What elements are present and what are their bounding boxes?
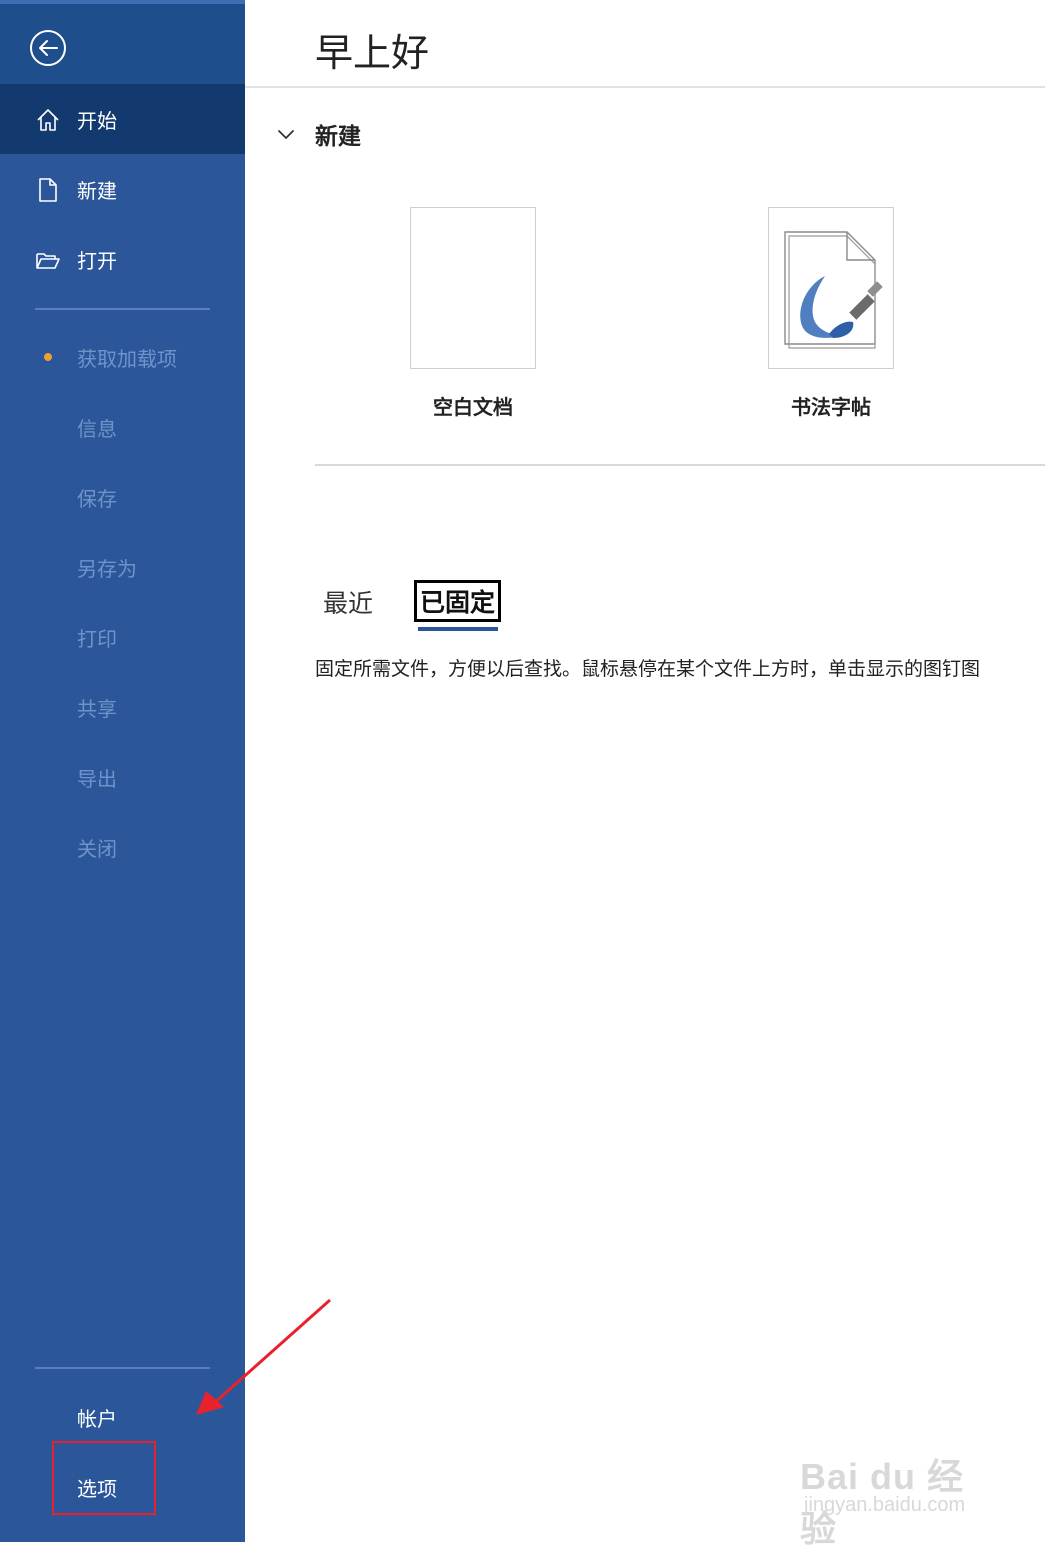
new-document-icon <box>39 178 57 202</box>
header-divider <box>245 86 1045 88</box>
sidebar-item-share: 共享 <box>0 672 245 742</box>
template-blank-document[interactable]: 空白文档 <box>410 207 536 419</box>
watermark: Bai du 经验 jingyan.baidu.com <box>800 1430 1000 1549</box>
tab-recent[interactable]: 最近 <box>323 580 373 624</box>
sidebar-item-label: 导出 <box>77 766 117 791</box>
blank-document-thumbnail <box>410 207 536 369</box>
sidebar-item-label: 信息 <box>77 416 117 441</box>
section-title: 新建 <box>315 124 361 150</box>
sidebar-item-label: 帐户 <box>77 1406 117 1431</box>
sidebar-item-label: 开始 <box>77 108 117 133</box>
calligraphy-brush-icon <box>784 231 883 349</box>
sidebar-item-info: 信息 <box>0 392 245 462</box>
sidebar-item-new[interactable]: 新建 <box>0 154 245 224</box>
sidebar-item-options[interactable]: 选项 <box>0 1452 245 1522</box>
open-folder-icon <box>36 253 60 269</box>
sidebar-divider <box>35 1367 210 1369</box>
sidebar-item-print: 打印 <box>0 602 245 672</box>
sidebar-item-label: 另存为 <box>77 556 137 581</box>
sidebar-item-label: 选项 <box>77 1476 117 1501</box>
page-title: 早上好 <box>315 33 430 75</box>
sidebar-item-save-as: 另存为 <box>0 532 245 602</box>
annotation-arrow <box>196 1298 331 1415</box>
sidebar-item-label: 保存 <box>77 486 117 511</box>
sidebar-item-label: 打印 <box>77 626 117 651</box>
calligraphy-thumbnail <box>768 207 894 369</box>
sidebar-divider <box>35 308 210 310</box>
sidebar-item-get-addins[interactable]: 获取加载项 <box>0 322 245 392</box>
sidebar-item-label: 获取加载项 <box>77 346 177 371</box>
home-icon <box>37 109 59 131</box>
new-section-toggle[interactable]: 新建 <box>275 114 361 154</box>
watermark-url: jingyan.baidu.com <box>804 1494 966 1516</box>
template-name: 空白文档 <box>433 395 513 419</box>
sidebar-item-label: 打开 <box>77 248 117 273</box>
sidebar-item-label: 新建 <box>77 178 117 203</box>
sidebar-item-close: 关闭 <box>0 812 245 882</box>
template-name: 书法字帖 <box>791 395 871 419</box>
sidebar-item-label: 共享 <box>77 696 117 721</box>
notification-dot <box>44 353 52 361</box>
sidebar-item-save: 保存 <box>0 462 245 532</box>
tab-pinned[interactable]: 已固定 <box>414 580 502 622</box>
section-divider <box>315 464 1045 466</box>
sidebar-item-label: 关闭 <box>77 836 117 861</box>
chevron-down-icon <box>278 130 294 140</box>
sidebar-item-open[interactable]: 打开 <box>0 224 245 294</box>
sidebar-item-home[interactable]: 开始 <box>0 84 245 154</box>
back-arrow-icon[interactable] <box>29 29 67 67</box>
active-tab-indicator <box>418 627 498 631</box>
backstage-main: 早上好 新建 空白文档 书法字帖 最近 已固定 固定所需文件，方便以后查找。鼠标 <box>245 0 1045 1542</box>
back-area <box>0 0 245 84</box>
sidebar-item-export: 导出 <box>0 742 245 812</box>
pinned-hint-text: 固定所需文件，方便以后查找。鼠标悬停在某个文件上方时，单击显示的图钉图 <box>315 658 981 680</box>
template-calligraphy[interactable]: 书法字帖 <box>768 207 894 419</box>
